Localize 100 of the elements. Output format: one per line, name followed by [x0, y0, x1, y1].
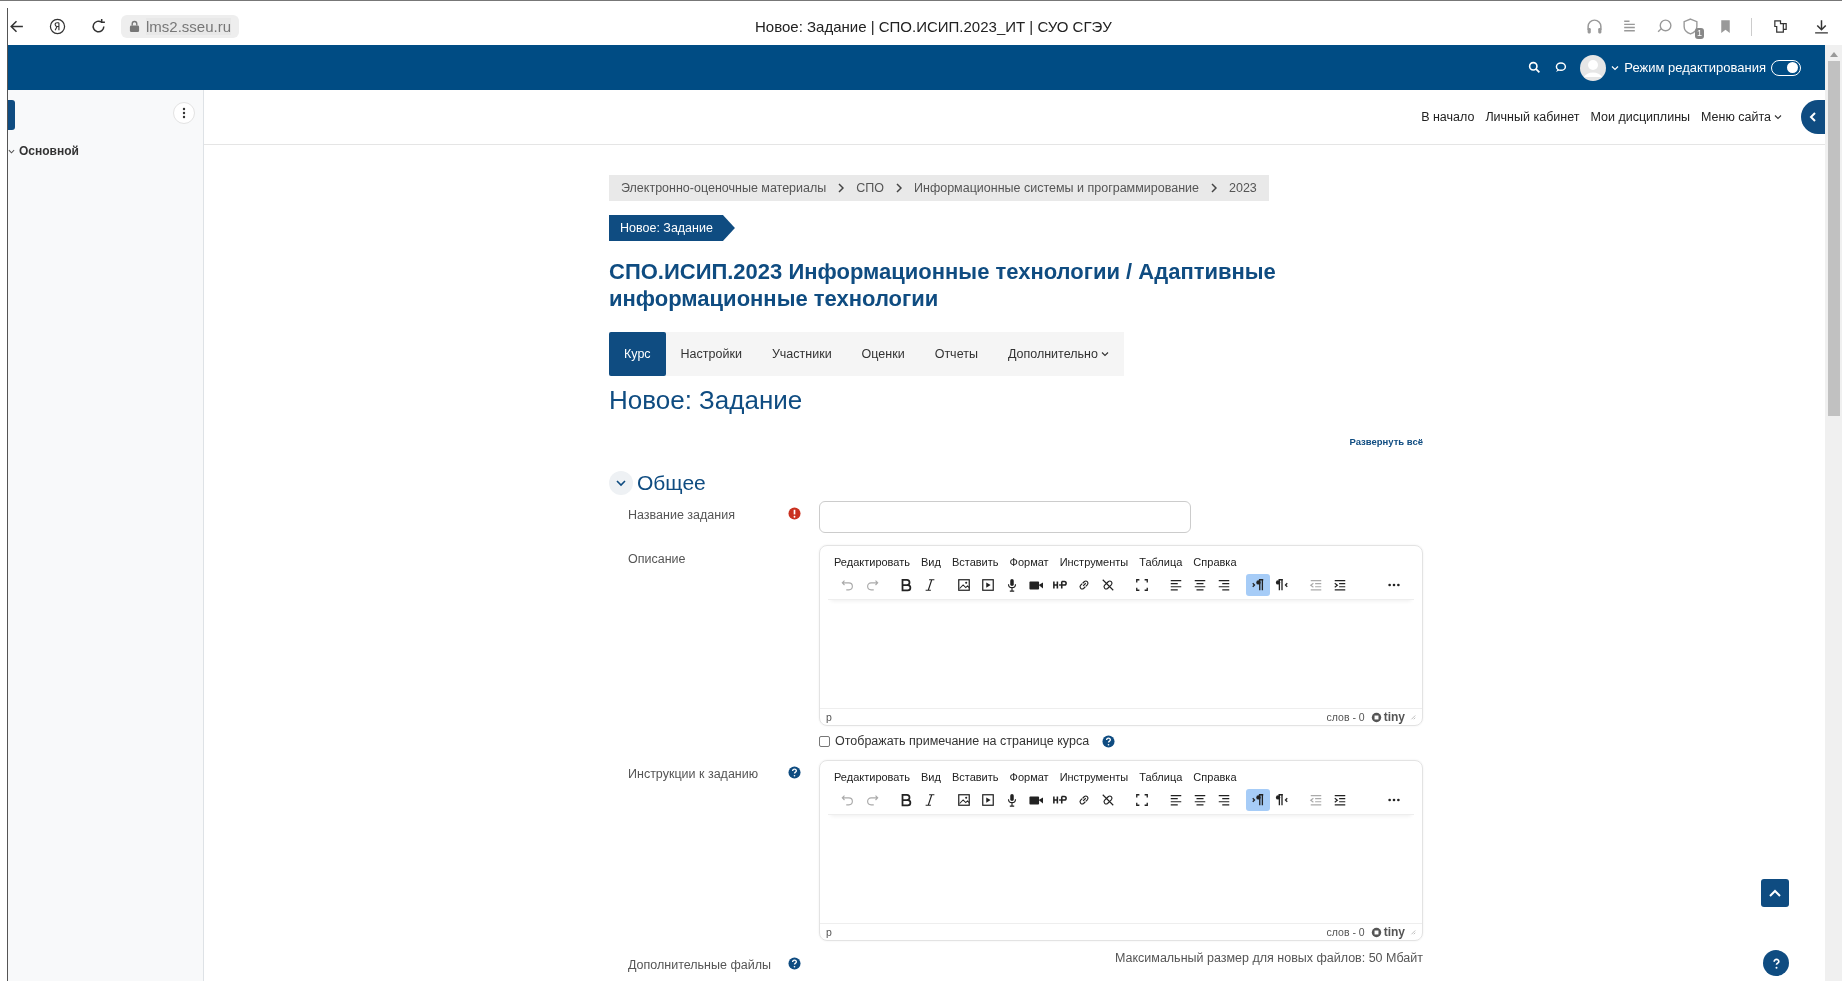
editor-menu-item[interactable]: Таблица — [1139, 556, 1183, 568]
editor-menu-item[interactable]: Формат — [1009, 771, 1049, 783]
unlink-icon — [1101, 793, 1115, 807]
site-nav-link[interactable]: Меню сайта — [1701, 110, 1782, 124]
course-section-item[interactable]: Основной — [8, 144, 203, 158]
checkbox[interactable] — [819, 735, 830, 747]
editor-menu-item[interactable]: Инструменты — [1059, 771, 1129, 783]
link-icon — [1077, 793, 1091, 807]
help-icon[interactable] — [1102, 734, 1116, 748]
mic-icon — [1005, 578, 1019, 592]
chevron-right-icon — [1211, 183, 1217, 193]
italic-icon — [923, 578, 937, 592]
search-icon[interactable] — [1528, 61, 1542, 74]
site-nav-link[interactable]: Мои дисциплины — [1590, 110, 1690, 124]
ltr-button[interactable] — [1246, 574, 1270, 596]
breadcrumb-link[interactable]: 2023 — [1229, 181, 1257, 195]
ltr-icon — [1251, 793, 1265, 807]
caret-icon[interactable] — [1611, 64, 1620, 71]
address-bar[interactable]: lms2.sseu.ru — [121, 15, 240, 38]
course-tab[interactable]: Настройки — [665, 332, 757, 376]
chevron-right-icon — [896, 183, 902, 193]
editor-menu-item[interactable]: Таблица — [1139, 771, 1183, 783]
align-right-icon — [1217, 793, 1231, 807]
resize-handle-icon[interactable] — [1410, 714, 1416, 720]
course-tab[interactable]: Участники — [756, 332, 847, 376]
chevron-icon — [616, 479, 626, 487]
image-icon — [957, 793, 971, 807]
editor-menu-item[interactable]: Вставить — [951, 556, 999, 568]
logo-icon — [1370, 926, 1382, 938]
editor-menu-item[interactable]: Вид — [921, 556, 941, 568]
edit-mode-label: Режим редактирования — [1624, 60, 1766, 75]
breadcrumb-link[interactable]: Электронно-оценочные материалы — [621, 181, 827, 195]
undo-icon — [841, 578, 855, 592]
chevron-right-icon — [838, 183, 845, 193]
editor-menu-item[interactable]: Справка — [1193, 556, 1237, 568]
image-icon — [957, 578, 971, 592]
chat-icon[interactable] — [1554, 61, 1568, 74]
open-drawer-button[interactable] — [1801, 100, 1825, 134]
page-heading: Новое: Задание — [609, 385, 804, 416]
comment-icon[interactable] — [1656, 18, 1673, 35]
editor-menu-item[interactable]: Вставить — [951, 771, 999, 783]
course-title: СПО.ИСИП.2023 Информационные технологии / Адаптивные информационные технологии — [609, 258, 1277, 312]
help-button[interactable] — [1763, 950, 1789, 976]
collapse-button[interactable] — [609, 471, 633, 495]
course-tab[interactable]: Курс — [609, 332, 666, 376]
indent-icon — [1333, 578, 1347, 592]
media-icon — [981, 578, 995, 592]
field-label: Инструкции к заданию — [628, 767, 759, 781]
align-right-icon — [1217, 578, 1231, 592]
course-tab[interactable]: Отчеты — [919, 332, 993, 376]
mic-icon — [1005, 793, 1019, 807]
editor-menu-item[interactable]: Справка — [1193, 771, 1237, 783]
align-center-icon — [1193, 578, 1207, 592]
scrollbar[interactable] — [1825, 45, 1842, 981]
reload-icon[interactable] — [90, 18, 107, 35]
resize-handle-icon[interactable] — [1410, 929, 1416, 935]
ltr-button[interactable] — [1246, 789, 1270, 811]
element-path: p — [826, 926, 832, 938]
max-file-size-note: Максимальный размер для новых файлов: 50 Мбайт — [1113, 951, 1423, 965]
help-icon[interactable] — [788, 957, 801, 970]
brand-logo-text[interactable]: tiny — [1383, 925, 1405, 939]
download-icon[interactable] — [1813, 18, 1830, 35]
avatar-icon[interactable] — [1580, 54, 1607, 81]
outdent-icon — [1309, 578, 1323, 592]
editor-menu-item[interactable]: Инструменты — [1059, 556, 1129, 568]
link-icon — [1077, 578, 1091, 592]
word-count: слов - 0 — [1326, 926, 1365, 938]
extension-badge: 1 — [1695, 28, 1704, 39]
editor-menu-item[interactable]: Вид — [921, 771, 941, 783]
back-icon[interactable] — [8, 18, 25, 35]
editor-menu-item[interactable]: Редактировать — [834, 771, 910, 783]
help-icon[interactable] — [788, 766, 801, 779]
checkbox-label: Отображать примечание на странице курса — [835, 734, 1090, 748]
field-label: Описание — [628, 552, 686, 566]
breadcrumb-link[interactable]: Информационные системы и программирование — [914, 181, 1199, 195]
chevron-left-icon — [1808, 111, 1818, 123]
site-nav-link[interactable]: В начало — [1421, 110, 1475, 124]
word-count: слов - 0 — [1326, 711, 1365, 723]
indent-icon — [1333, 793, 1347, 807]
course-tab[interactable]: Дополнительно — [992, 332, 1124, 376]
assignment-name-field[interactable] — [819, 501, 1191, 533]
back-to-top-button[interactable] — [1761, 879, 1789, 907]
field-label: Дополнительные файлы — [628, 958, 771, 972]
page-badge: Новое: Задание — [609, 215, 735, 241]
expand-all-link[interactable]: Развернуть всё — [1349, 436, 1423, 447]
editor-menu-item[interactable]: Формат — [1009, 556, 1049, 568]
rtl-icon — [1275, 793, 1289, 807]
lock-icon — [129, 20, 140, 33]
browser-logo-icon[interactable] — [49, 18, 66, 35]
extensions-icon[interactable] — [1772, 18, 1789, 35]
drawer-handle[interactable] — [8, 100, 15, 130]
course-tab[interactable]: Оценки — [846, 332, 920, 376]
brand-logo-text[interactable]: tiny — [1383, 710, 1405, 724]
breadcrumb-link[interactable]: СПО — [856, 181, 884, 195]
site-nav-link[interactable]: Личный кабинет — [1485, 110, 1580, 124]
headphones-icon[interactable] — [1586, 18, 1603, 35]
editor-menu-item[interactable]: Редактировать — [834, 556, 910, 568]
more-options-button[interactable] — [173, 102, 195, 124]
kebab-icon — [182, 107, 186, 119]
unlink-icon — [1101, 578, 1115, 592]
